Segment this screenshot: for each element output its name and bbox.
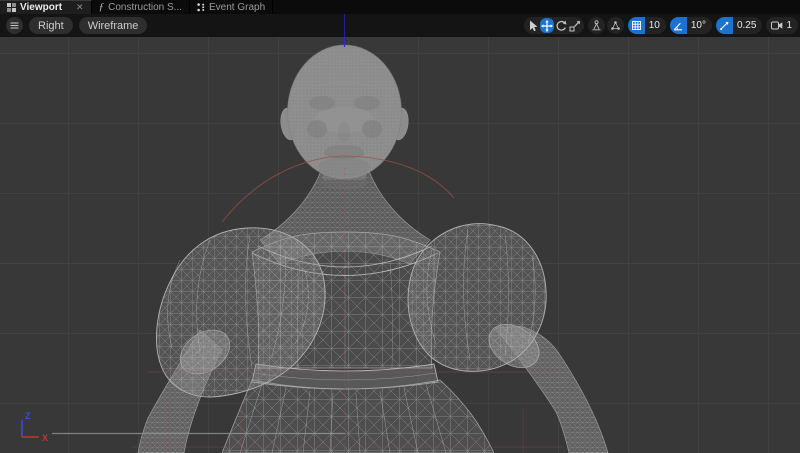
close-icon[interactable]: ✕ bbox=[76, 2, 84, 13]
scale-icon bbox=[569, 20, 581, 32]
viewport-toolbar: Right Wireframe bbox=[0, 14, 800, 37]
rotate-icon bbox=[555, 20, 567, 32]
vertex-snapping-button[interactable] bbox=[607, 17, 624, 34]
tab-label: Construction S... bbox=[108, 2, 182, 13]
tab-label: Viewport bbox=[20, 2, 62, 13]
rotation-snap-control[interactable]: 10° bbox=[670, 17, 712, 34]
hamburger-icon bbox=[10, 22, 19, 29]
angle-icon bbox=[673, 21, 683, 31]
viewport-canvas[interactable]: Z X bbox=[0, 37, 800, 453]
select-tool-button[interactable] bbox=[526, 18, 540, 33]
camera-orientation-button[interactable]: Right bbox=[29, 17, 73, 34]
grid-snap-toggle[interactable] bbox=[628, 17, 645, 34]
viewport-icon bbox=[7, 3, 16, 12]
rotate-tool-button[interactable] bbox=[554, 18, 568, 33]
view-mode-label: Wireframe bbox=[88, 20, 139, 32]
graph-icon bbox=[197, 3, 205, 12]
z-axis-label: Z bbox=[25, 411, 31, 421]
scale-snap-control[interactable]: 0.25 bbox=[716, 17, 762, 34]
move-tool-button[interactable] bbox=[540, 18, 554, 33]
blueprint-editor-window: Viewport ✕ ƒ Construction S... Event Gra… bbox=[0, 0, 800, 453]
right-sleeve-mesh bbox=[408, 224, 546, 372]
view-mode-button[interactable]: Wireframe bbox=[79, 17, 148, 34]
rotation-snap-value[interactable]: 10° bbox=[687, 20, 712, 31]
camera-speed-control[interactable]: 1 bbox=[766, 17, 798, 34]
vertex-snap-icon bbox=[610, 20, 621, 31]
tab-event-graph[interactable]: Event Graph bbox=[190, 0, 273, 14]
head-mesh bbox=[288, 45, 402, 179]
move-icon bbox=[541, 20, 553, 32]
tab-bar: Viewport ✕ ƒ Construction S... Event Gra… bbox=[0, 0, 800, 14]
viewport-options-button[interactable] bbox=[6, 17, 23, 34]
rotation-snap-toggle[interactable] bbox=[670, 17, 687, 34]
cheek-shading bbox=[307, 120, 327, 138]
camera-speed-value[interactable]: 1 bbox=[786, 20, 792, 31]
brow-shading bbox=[309, 96, 335, 110]
tab-viewport[interactable]: Viewport ✕ bbox=[0, 0, 92, 14]
nose-shading bbox=[338, 122, 350, 142]
origin-axis-line-over-toolbar bbox=[344, 14, 345, 37]
axis-gizmo: Z X bbox=[22, 411, 48, 443]
grid-snap-value[interactable]: 10 bbox=[645, 20, 666, 31]
function-icon: ƒ bbox=[99, 1, 105, 13]
camera-icon bbox=[771, 21, 783, 30]
surface-snapping-button[interactable] bbox=[588, 17, 605, 34]
tab-construction-script[interactable]: ƒ Construction S... bbox=[92, 0, 190, 14]
scale-snap-toggle[interactable] bbox=[716, 17, 733, 34]
cursor-icon bbox=[527, 20, 538, 32]
surface-snap-icon bbox=[591, 20, 602, 31]
skirt-mesh bbox=[222, 380, 494, 453]
scale-snap-icon bbox=[719, 21, 729, 31]
transform-tool-group bbox=[524, 17, 584, 34]
scale-snap-value[interactable]: 0.25 bbox=[733, 20, 762, 31]
character-wireframe: Z X bbox=[0, 37, 800, 453]
grid-snap-control[interactable]: 10 bbox=[628, 17, 666, 34]
tab-label: Event Graph bbox=[209, 2, 265, 13]
grid-icon bbox=[632, 21, 641, 30]
orientation-label: Right bbox=[38, 20, 64, 32]
scale-tool-button[interactable] bbox=[568, 18, 582, 33]
x-axis-label: X bbox=[42, 433, 48, 443]
